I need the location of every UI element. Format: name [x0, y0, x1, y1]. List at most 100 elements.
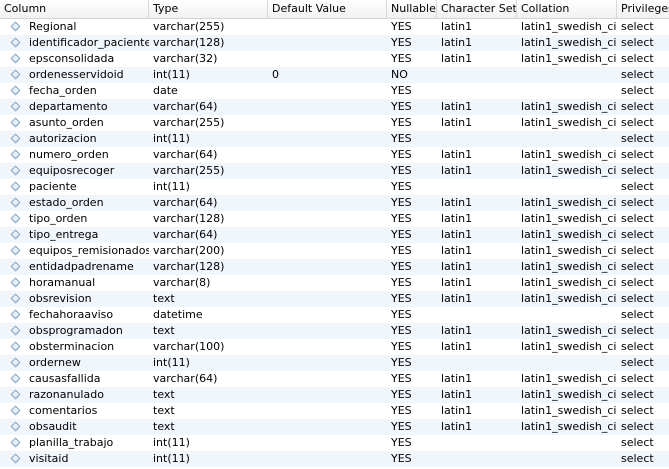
table-row[interactable]: entidadpadrename varchar(128) YES latin1 lat…: [0, 259, 669, 275]
collation-cell: latin1_swedish_ci: [521, 116, 617, 129]
header-nullable[interactable]: Nullable: [387, 0, 437, 18]
default-value-cell: [268, 451, 387, 467]
nullable-cell: YES: [391, 20, 412, 33]
type-cell: varchar(64): [153, 372, 218, 385]
table-row[interactable]: estado_orden varchar(64) YES latin1 latin1_s…: [0, 195, 669, 211]
nullable-cell: YES: [391, 260, 412, 273]
nullable-cell: YES: [391, 84, 412, 97]
privileges-cell: select: [621, 212, 654, 225]
collation-cell: latin1_swedish_ci: [521, 20, 617, 33]
table-row[interactable]: obsrevision text YES latin1 latin1_swedish_c…: [0, 291, 669, 307]
table-row[interactable]: planilla_trabajo int(11) YES select: [0, 435, 669, 451]
header-character-set[interactable]: Character Set: [437, 0, 517, 18]
table-row[interactable]: razonanulado text YES latin1 latin1_swedish_…: [0, 387, 669, 403]
column-name-cell: identificador_paciente: [29, 36, 149, 49]
table-row[interactable]: obsaudit text YES latin1 latin1_swedish_ci se…: [0, 419, 669, 435]
table-row[interactable]: autorizacion int(11) YES select: [0, 131, 669, 147]
table-row[interactable]: paciente int(11) YES select: [0, 179, 669, 195]
privileges-cell: select: [621, 180, 654, 193]
privileges-cell: select: [621, 308, 654, 321]
nullable-cell: YES: [391, 420, 412, 433]
table-row[interactable]: fecha_orden date YES select: [0, 83, 669, 99]
nullable-cell: YES: [391, 356, 412, 369]
collation-cell: latin1_swedish_ci: [521, 196, 617, 209]
default-value-cell: [268, 131, 387, 147]
type-cell: int(11): [153, 452, 190, 465]
collation-cell: [517, 435, 617, 451]
nullable-cell: YES: [391, 36, 412, 49]
table-row[interactable]: identificador_paciente varchar(128) YES lat…: [0, 35, 669, 51]
type-cell: text: [153, 324, 175, 337]
table-row[interactable]: epsconsolidada varchar(32) YES latin1 latin1…: [0, 51, 669, 67]
privileges-cell: select: [621, 404, 654, 417]
collation-cell: latin1_swedish_ci: [521, 324, 617, 337]
header-type[interactable]: Type: [149, 0, 268, 18]
privileges-cell: select: [621, 20, 654, 33]
table-row[interactable]: tipo_orden varchar(128) YES latin1 latin1_sw…: [0, 211, 669, 227]
collation-cell: latin1_swedish_ci: [521, 340, 617, 353]
character-set-cell: latin1: [441, 420, 473, 433]
column-name-cell: tipo_orden: [29, 212, 88, 225]
default-value-cell: [268, 403, 387, 419]
privileges-cell: select: [621, 164, 654, 177]
collation-cell: latin1_swedish_ci: [521, 36, 617, 49]
character-set-cell: latin1: [441, 292, 473, 305]
default-value-cell: [268, 211, 387, 227]
table-row[interactable]: obsprogramadon text YES latin1 latin1_swedis…: [0, 323, 669, 339]
type-cell: varchar(64): [153, 148, 218, 161]
character-set-cell: latin1: [441, 372, 473, 385]
table-row[interactable]: asunto_orden varchar(255) YES latin1 latin1_…: [0, 115, 669, 131]
column-name-cell: obsterminacion: [29, 340, 115, 353]
table-row[interactable]: Regional varchar(255) YES latin1 latin1_swed…: [0, 19, 669, 35]
grid-rows: Regional varchar(255) YES latin1 latin1_swed…: [0, 19, 669, 467]
table-row[interactable]: causasfallida varchar(64) YES latin1 latin1_…: [0, 371, 669, 387]
header-column[interactable]: Column: [0, 0, 149, 18]
default-value-cell: [268, 387, 387, 403]
column-name-cell: autorizacion: [29, 132, 97, 145]
nullable-cell: YES: [391, 116, 412, 129]
column-name-cell: comentarios: [29, 404, 98, 417]
nullable-cell: YES: [391, 292, 412, 305]
collation-cell: [517, 355, 617, 371]
table-row[interactable]: ordenesservidoid int(11) 0 NO select: [0, 67, 669, 83]
type-cell: int(11): [153, 132, 190, 145]
collation-cell: [517, 131, 617, 147]
nullable-cell: YES: [391, 308, 412, 321]
privileges-cell: select: [621, 340, 654, 353]
type-cell: varchar(32): [153, 52, 218, 65]
table-row[interactable]: tipo_entrega varchar(64) YES latin1 latin1_s…: [0, 227, 669, 243]
nullable-cell: YES: [391, 372, 412, 385]
collation-cell: [517, 83, 617, 99]
table-row[interactable]: numero_orden varchar(64) YES latin1 latin1_s…: [0, 147, 669, 163]
privileges-cell: select: [621, 84, 654, 97]
character-set-cell: latin1: [441, 196, 473, 209]
type-cell: varchar(128): [153, 36, 225, 49]
nullable-cell: YES: [391, 132, 412, 145]
header-collation[interactable]: Collation: [517, 0, 617, 18]
table-row[interactable]: ordernew int(11) YES select: [0, 355, 669, 371]
table-row[interactable]: horamanual varchar(8) YES latin1 latin1_swed…: [0, 275, 669, 291]
character-set-cell: latin1: [441, 36, 473, 49]
table-row[interactable]: comentarios text YES latin1 latin1_swedish_c…: [0, 403, 669, 419]
table-row[interactable]: fechahoraaviso datetime YES select: [0, 307, 669, 323]
default-value-cell: [268, 355, 387, 371]
type-cell: text: [153, 388, 175, 401]
type-cell: int(11): [153, 68, 190, 81]
header-default-value[interactable]: Default Value: [268, 0, 387, 18]
table-row[interactable]: equipos_remisionados varchar(200) YES latin…: [0, 243, 669, 259]
character-set-cell: latin1: [441, 244, 473, 257]
nullable-cell: YES: [391, 404, 412, 417]
table-row[interactable]: obsterminacion varchar(100) YES latin1 latin…: [0, 339, 669, 355]
type-cell: int(11): [153, 436, 190, 449]
column-name-cell: obsrevision: [29, 292, 92, 305]
character-set-cell: [437, 307, 517, 323]
nullable-cell: YES: [391, 196, 412, 209]
default-value-cell: [268, 291, 387, 307]
table-row[interactable]: departamento varchar(64) YES latin1 latin1_s…: [0, 99, 669, 115]
table-row[interactable]: equiposrecoger varchar(255) YES latin1 latin…: [0, 163, 669, 179]
default-value-cell: [268, 99, 387, 115]
table-row[interactable]: visitaid int(11) YES select: [0, 451, 669, 467]
character-set-cell: [437, 435, 517, 451]
column-name-cell: fecha_orden: [29, 84, 97, 97]
header-privileges[interactable]: Privileges: [617, 0, 669, 18]
